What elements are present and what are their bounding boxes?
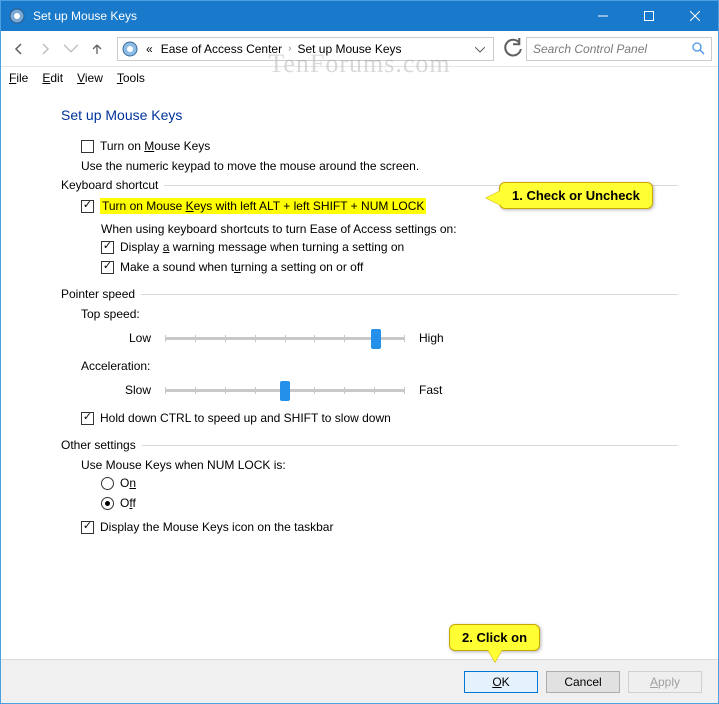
when-using-label: When using keyboard shortcuts to turn Ea…: [101, 222, 678, 236]
fast-label: Fast: [419, 383, 442, 397]
menubar: File Edit View Tools: [1, 67, 718, 89]
turn-on-mouse-keys-checkbox[interactable]: [81, 140, 94, 153]
numlock-off-radio[interactable]: [101, 497, 114, 510]
callout-2: 2. Click on: [449, 624, 540, 651]
content-area: Set up Mouse Keys Turn on Mouse Keys Use…: [1, 89, 718, 534]
pointer-speed-legend: Pointer speed: [61, 287, 141, 301]
keyboard-shortcut-group: Keyboard shortcut Turn on Mouse Keys wit…: [61, 185, 678, 274]
ctrl-shift-label: Hold down CTRL to speed up and SHIFT to …: [100, 411, 391, 425]
shortcut-toggle-checkbox[interactable]: [81, 200, 94, 213]
top-speed-slider[interactable]: [165, 327, 405, 349]
back-button[interactable]: [7, 37, 31, 61]
numlock-on-label: On: [120, 476, 136, 490]
high-label: High: [419, 331, 444, 345]
menu-edit[interactable]: Edit: [42, 71, 63, 85]
forward-button[interactable]: [33, 37, 57, 61]
address-dropdown[interactable]: [471, 42, 489, 56]
pointer-speed-group: Pointer speed Top speed: Low High Accele…: [61, 294, 678, 425]
slow-label: Slow: [121, 383, 151, 397]
cancel-button[interactable]: Cancel: [546, 671, 620, 693]
page-title: Set up Mouse Keys: [61, 107, 678, 123]
search-input[interactable]: Search Control Panel: [526, 37, 712, 61]
breadcrumb-prefix[interactable]: «: [142, 42, 157, 56]
titlebar: Set up Mouse Keys: [1, 1, 718, 31]
acceleration-slider[interactable]: [165, 379, 405, 401]
shortcut-toggle-label: Turn on Mouse Keys with left ALT + left …: [100, 198, 426, 214]
menu-tools[interactable]: Tools: [117, 71, 145, 85]
refresh-button[interactable]: [502, 38, 524, 60]
menu-file[interactable]: File: [9, 71, 28, 85]
low-label: Low: [121, 331, 151, 345]
callout-1-text: 1. Check or Uncheck: [512, 188, 640, 203]
window-title: Set up Mouse Keys: [33, 9, 580, 23]
use-when-label: Use Mouse Keys when NUM LOCK is:: [81, 458, 678, 472]
control-panel-icon: [122, 41, 138, 57]
address-bar[interactable]: « Ease of Access Center › Set up Mouse K…: [117, 37, 494, 61]
display-warning-checkbox[interactable]: [101, 241, 114, 254]
breadcrumb-item[interactable]: Set up Mouse Keys: [293, 42, 405, 56]
close-button[interactable]: [672, 1, 718, 31]
chevron-right-icon: ›: [286, 43, 293, 54]
taskbar-icon-label: Display the Mouse Keys icon on the taskb…: [100, 520, 333, 534]
apply-button[interactable]: Apply: [628, 671, 702, 693]
top-speed-label: Top speed:: [81, 307, 678, 321]
menu-view[interactable]: View: [77, 71, 103, 85]
nav-toolbar: « Ease of Access Center › Set up Mouse K…: [1, 31, 718, 67]
turn-on-hint: Use the numeric keypad to move the mouse…: [81, 159, 678, 173]
make-sound-label: Make a sound when turning a setting on o…: [120, 260, 363, 274]
search-icon: [692, 42, 705, 55]
callout-2-text: 2. Click on: [462, 630, 527, 645]
make-sound-checkbox[interactable]: [101, 261, 114, 274]
display-warning-label: Display a warning message when turning a…: [120, 240, 404, 254]
numlock-off-label: Off: [120, 496, 136, 510]
other-settings-group: Other settings Use Mouse Keys when NUM L…: [61, 445, 678, 534]
turn-on-mouse-keys-label: Turn on Mouse Keys: [100, 139, 210, 153]
numlock-on-radio[interactable]: [101, 477, 114, 490]
callout-1: 1. Check or Uncheck: [499, 182, 653, 209]
other-settings-legend: Other settings: [61, 438, 142, 452]
taskbar-icon-checkbox[interactable]: [81, 521, 94, 534]
ok-button[interactable]: OK: [464, 671, 538, 693]
search-placeholder: Search Control Panel: [533, 42, 692, 56]
minimize-button[interactable]: [580, 1, 626, 31]
breadcrumb-item[interactable]: Ease of Access Center: [157, 42, 286, 56]
maximize-button[interactable]: [626, 1, 672, 31]
control-panel-icon: [9, 8, 25, 24]
up-button[interactable]: [85, 37, 109, 61]
keyboard-shortcut-legend: Keyboard shortcut: [61, 178, 164, 192]
acceleration-label: Acceleration:: [81, 359, 678, 373]
ctrl-shift-checkbox[interactable]: [81, 412, 94, 425]
recent-dropdown[interactable]: [59, 37, 83, 61]
button-bar: OK Cancel Apply: [1, 659, 718, 703]
